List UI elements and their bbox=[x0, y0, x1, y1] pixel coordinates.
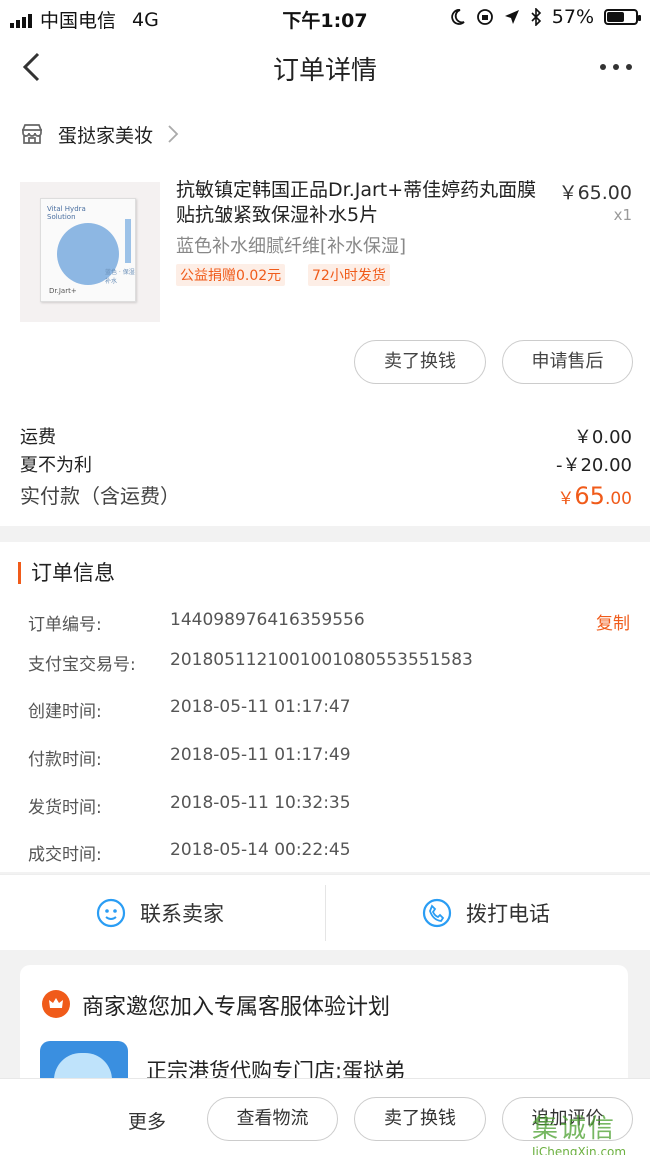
sell-button-bottom[interactable]: 卖了换钱 bbox=[354, 1097, 486, 1141]
discount-row: 夏不为利 -￥20.00 bbox=[20, 451, 632, 477]
shipping-fee-row: 运费 ￥0.00 bbox=[20, 423, 632, 449]
store-icon bbox=[22, 124, 42, 144]
info-label: 支付宝交易号: bbox=[28, 655, 136, 675]
charity-tag: 公益捐赠0.02元 bbox=[176, 264, 286, 286]
product-name[interactable]: 抗敏镇定韩国正品Dr.Jart+蒂佳婷药丸面膜贴抗皱紧致保湿补水5片 bbox=[176, 178, 552, 228]
info-value: 2018-05-11 10:32:35 bbox=[170, 793, 351, 813]
more-options-icon[interactable] bbox=[600, 64, 632, 70]
nav-bar: 订单详情 bbox=[0, 34, 650, 100]
page-title: 订单详情 bbox=[272, 56, 377, 86]
box-side-text: 蓝色 · 保湿补水 bbox=[105, 269, 135, 285]
info-value: 144098976416359556 bbox=[170, 610, 365, 630]
shipping-tag: 72小时发货 bbox=[308, 264, 390, 286]
battery-percent: 57% bbox=[551, 6, 594, 28]
chevron-right-icon bbox=[168, 125, 179, 143]
copy-button[interactable]: 复制 bbox=[596, 609, 630, 634]
order-item-card: 蛋挞家美妆 Vital Hydra Solution 蓝色 · 保湿补水 Dr.… bbox=[0, 100, 650, 526]
shipping-fee-value: ￥0.00 bbox=[573, 427, 632, 448]
call-phone-button[interactable]: 拨打电话 bbox=[422, 875, 550, 951]
box-side-band bbox=[125, 219, 131, 263]
service-plan-title: 商家邀您加入专属客服体验计划 bbox=[82, 995, 391, 1020]
shop-link[interactable]: 蛋挞家美妆 bbox=[20, 122, 179, 147]
moon-icon bbox=[451, 9, 465, 25]
info-value: 2018-05-11 01:17:47 bbox=[170, 697, 351, 717]
contact-divider bbox=[325, 885, 326, 941]
location-icon bbox=[504, 10, 519, 24]
product-sku: 蓝色补水细腻纤维[补水保湿] bbox=[176, 236, 407, 257]
total-integer: 65 bbox=[574, 482, 605, 510]
call-phone-label: 拨打电话 bbox=[466, 902, 550, 926]
phone-icon bbox=[422, 898, 452, 928]
info-label: 成交时间: bbox=[28, 845, 102, 865]
chat-icon bbox=[96, 898, 126, 928]
view-logistics-button[interactable]: 查看物流 bbox=[207, 1097, 338, 1141]
crown-icon bbox=[42, 990, 70, 1018]
info-value: 2018051121001001080553551583 bbox=[170, 650, 473, 670]
info-label: 创建时间: bbox=[28, 702, 102, 722]
after-sale-button[interactable]: 申请售后 bbox=[502, 340, 633, 384]
info-label: 发货时间: bbox=[28, 798, 102, 818]
box-title: Vital Hydra Solution bbox=[47, 205, 86, 221]
sell-button[interactable]: 卖了换钱 bbox=[354, 340, 486, 384]
product-price: ￥65.00 bbox=[558, 182, 632, 204]
total-decimal: .00 bbox=[604, 489, 632, 509]
product-box: Vital Hydra Solution 蓝色 · 保湿补水 Dr.Jart+ bbox=[40, 198, 136, 302]
shop-name: 蛋挞家美妆 bbox=[58, 124, 154, 147]
total-label: 实付款（含运费） bbox=[20, 484, 180, 508]
rotation-lock-icon bbox=[476, 9, 493, 25]
contact-seller-label: 联系卖家 bbox=[140, 902, 224, 926]
total-row: 实付款（含运费） ￥65.00 bbox=[20, 480, 632, 510]
status-bar: 中国电信 4G 下午1:07 57% bbox=[0, 0, 650, 34]
watermark-text: JiChengXin.com bbox=[532, 1145, 627, 1155]
box-brand: Dr.Jart+ bbox=[49, 287, 77, 295]
watermark-logo: 集诚信 bbox=[532, 1114, 617, 1144]
total-value: ￥65.00 bbox=[557, 482, 632, 510]
discount-value: -￥20.00 bbox=[555, 455, 632, 476]
info-value: 2018-05-11 01:17:49 bbox=[170, 745, 351, 765]
total-currency: ￥ bbox=[557, 489, 575, 509]
more-button[interactable]: 更多 bbox=[128, 1107, 166, 1134]
info-value: 2018-05-14 00:22:45 bbox=[170, 840, 351, 860]
bluetooth-icon bbox=[531, 8, 541, 26]
contact-bar: 联系卖家 拨打电话 bbox=[0, 874, 650, 950]
battery-icon bbox=[604, 9, 641, 25]
watermark: 集诚信 JiChengXin.com bbox=[532, 1108, 644, 1155]
product-image[interactable]: Vital Hydra Solution 蓝色 · 保湿补水 Dr.Jart+ bbox=[20, 182, 160, 322]
contact-seller-button[interactable]: 联系卖家 bbox=[96, 875, 224, 951]
info-label: 付款时间: bbox=[28, 750, 102, 770]
shipping-fee-label: 运费 bbox=[20, 427, 56, 448]
info-label: 订单编号: bbox=[28, 615, 102, 635]
order-info-title: 订单信息 bbox=[18, 562, 115, 584]
discount-label: 夏不为利 bbox=[20, 455, 92, 476]
product-quantity: x1 bbox=[613, 206, 632, 224]
order-info-card: 订单信息 订单编号: 144098976416359556 支付宝交易号: 2018… bbox=[0, 542, 650, 872]
